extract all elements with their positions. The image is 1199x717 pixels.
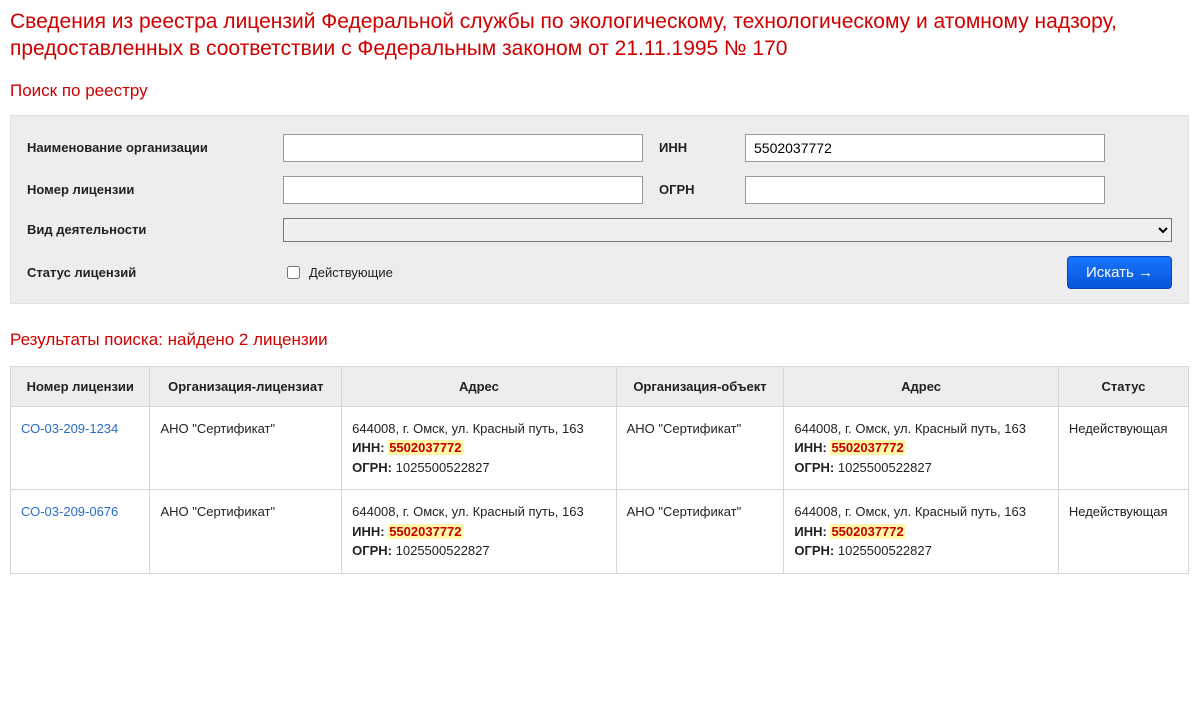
col-object-address: Адрес — [784, 366, 1059, 406]
status-cell: Недействующая — [1058, 406, 1188, 490]
org-input[interactable] — [283, 134, 643, 162]
col-object-org: Организация-объект — [616, 366, 784, 406]
object-org-cell: АНО "Сертификат" — [616, 406, 784, 490]
status-label: Статус лицензий — [27, 265, 267, 280]
status-checkbox-label: Действующие — [309, 265, 393, 280]
status-active-checkbox[interactable] — [287, 266, 300, 279]
ogrn-label: ОГРН — [659, 182, 729, 197]
license-number-label: Номер лицензии — [27, 182, 267, 197]
col-license-no: Номер лицензии — [11, 366, 150, 406]
col-licensee-address: Адрес — [342, 366, 617, 406]
licensee-cell: АНО "Сертификат" — [150, 490, 342, 574]
object-org-cell: АНО "Сертификат" — [616, 490, 784, 574]
licensee-cell: АНО "Сертификат" — [150, 406, 342, 490]
ogrn-input[interactable] — [745, 176, 1105, 204]
search-section-title: Поиск по реестру — [10, 81, 1189, 101]
object-address-cell: 644008, г. Омск, ул. Красный путь, 163 И… — [784, 406, 1059, 490]
table-row: СО-03-209-1234 АНО "Сертификат" 644008, … — [11, 406, 1189, 490]
search-button[interactable]: Искать → — [1067, 256, 1172, 289]
licensee-address-cell: 644008, г. Омск, ул. Красный путь, 163 И… — [342, 490, 617, 574]
org-label: Наименование организации — [27, 140, 267, 155]
results-table: Номер лицензии Организация-лицензиат Адр… — [10, 366, 1189, 574]
inn-label: ИНН — [659, 140, 729, 155]
page-title: Сведения из реестра лицензий Федеральной… — [10, 8, 1189, 63]
col-status: Статус — [1058, 366, 1188, 406]
object-address-cell: 644008, г. Омск, ул. Красный путь, 163 И… — [784, 490, 1059, 574]
activity-label: Вид деятельности — [27, 222, 267, 237]
license-number-input[interactable] — [283, 176, 643, 204]
results-title: Результаты поиска: найдено 2 лицензии — [10, 330, 1189, 350]
licensee-address-cell: 644008, г. Омск, ул. Красный путь, 163 И… — [342, 406, 617, 490]
status-cell: Недействующая — [1058, 490, 1188, 574]
activity-select[interactable] — [283, 218, 1172, 242]
col-licensee: Организация-лицензиат — [150, 366, 342, 406]
inn-input[interactable] — [745, 134, 1105, 162]
search-form: Наименование организации ИНН Номер лицен… — [10, 115, 1189, 304]
table-row: СО-03-209-0676 АНО "Сертификат" 644008, … — [11, 490, 1189, 574]
license-link[interactable]: СО-03-209-0676 — [21, 504, 118, 519]
license-link[interactable]: СО-03-209-1234 — [21, 421, 118, 436]
